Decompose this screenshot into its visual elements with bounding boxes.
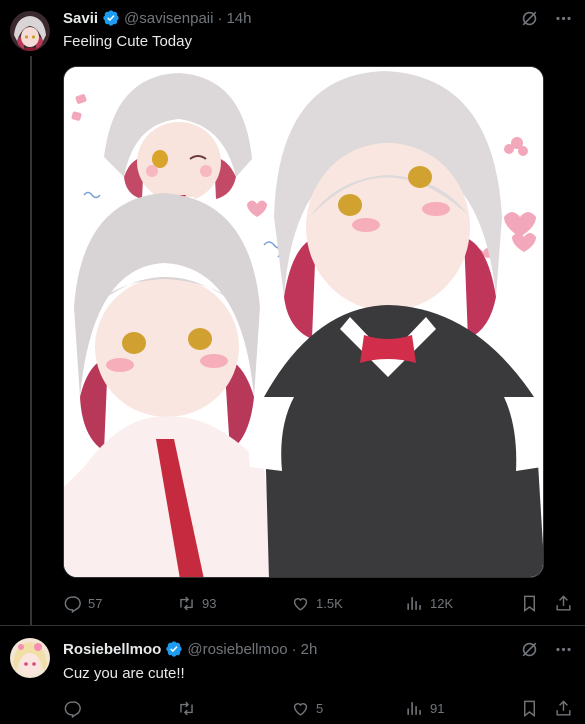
author-name[interactable]: Savii xyxy=(63,10,98,27)
reply-tweet[interactable]: Rosiebellmoo @rosiebellmoo · 2h Cuz you … xyxy=(0,626,585,724)
reply-icon xyxy=(64,595,81,613)
like-button[interactable]: 1.5K xyxy=(291,594,351,613)
views-button[interactable]: 91 xyxy=(405,699,465,718)
views-count: 91 xyxy=(430,700,445,716)
tweet-text: Feeling Cute Today xyxy=(63,33,192,50)
avatar[interactable] xyxy=(10,638,50,678)
tweet-actions: 5 91 xyxy=(63,698,573,718)
verified-badge-icon xyxy=(102,9,120,27)
separator-dot: · xyxy=(291,640,297,658)
tweet-top-actions xyxy=(519,8,573,28)
tweet-secondary-actions xyxy=(519,593,573,613)
reply-button[interactable] xyxy=(63,699,123,718)
views-icon xyxy=(407,701,421,715)
repost-button[interactable]: 93 xyxy=(177,594,237,613)
share-icon[interactable] xyxy=(553,698,573,718)
bookmark-icon[interactable] xyxy=(519,698,539,718)
tweet-secondary-actions xyxy=(519,698,573,718)
separator-dot: · xyxy=(217,9,223,27)
grok-icon[interactable] xyxy=(519,8,539,28)
tweet[interactable]: Savii @savisenpaii · 14h Feeling Cute To… xyxy=(0,0,585,626)
repost-count: 93 xyxy=(202,595,217,611)
tweet-image[interactable] xyxy=(63,66,544,578)
more-icon[interactable] xyxy=(553,639,573,659)
author-name[interactable]: Rosiebellmoo xyxy=(63,641,161,658)
repost-icon xyxy=(180,701,193,715)
like-icon xyxy=(293,702,308,716)
bookmark-icon[interactable] xyxy=(519,593,539,613)
like-button[interactable]: 5 xyxy=(291,699,351,718)
like-icon xyxy=(293,597,308,611)
avatar[interactable] xyxy=(10,11,50,51)
tweet-text: Cuz you are cute!! xyxy=(63,665,185,682)
tweet-header: Savii @savisenpaii · 14h xyxy=(63,7,252,29)
author-handle[interactable]: @rosiebellmoo xyxy=(187,641,287,658)
more-icon[interactable] xyxy=(553,8,573,28)
thread-line xyxy=(30,56,32,626)
author-handle[interactable]: @savisenpaii xyxy=(124,10,213,27)
reply-icon xyxy=(64,700,81,718)
reply-count: 57 xyxy=(88,595,103,611)
reply-button[interactable]: 57 xyxy=(63,594,123,613)
repost-icon xyxy=(180,596,193,610)
views-count: 12K xyxy=(430,595,454,611)
tweet-header: Rosiebellmoo @rosiebellmoo · 2h xyxy=(63,638,317,660)
share-icon[interactable] xyxy=(553,593,573,613)
views-button[interactable]: 12K xyxy=(405,594,465,613)
tweet-top-actions xyxy=(519,639,573,659)
like-count: 1.5K xyxy=(316,595,343,611)
views-icon xyxy=(407,596,421,610)
like-count: 5 xyxy=(316,700,324,716)
grok-icon[interactable] xyxy=(519,639,539,659)
repost-button[interactable] xyxy=(177,699,237,718)
timestamp[interactable]: 14h xyxy=(226,10,251,27)
verified-badge-icon xyxy=(165,640,183,658)
tweet-actions: 57 93 1.5K 12K xyxy=(63,593,573,613)
timestamp[interactable]: 2h xyxy=(301,641,318,658)
